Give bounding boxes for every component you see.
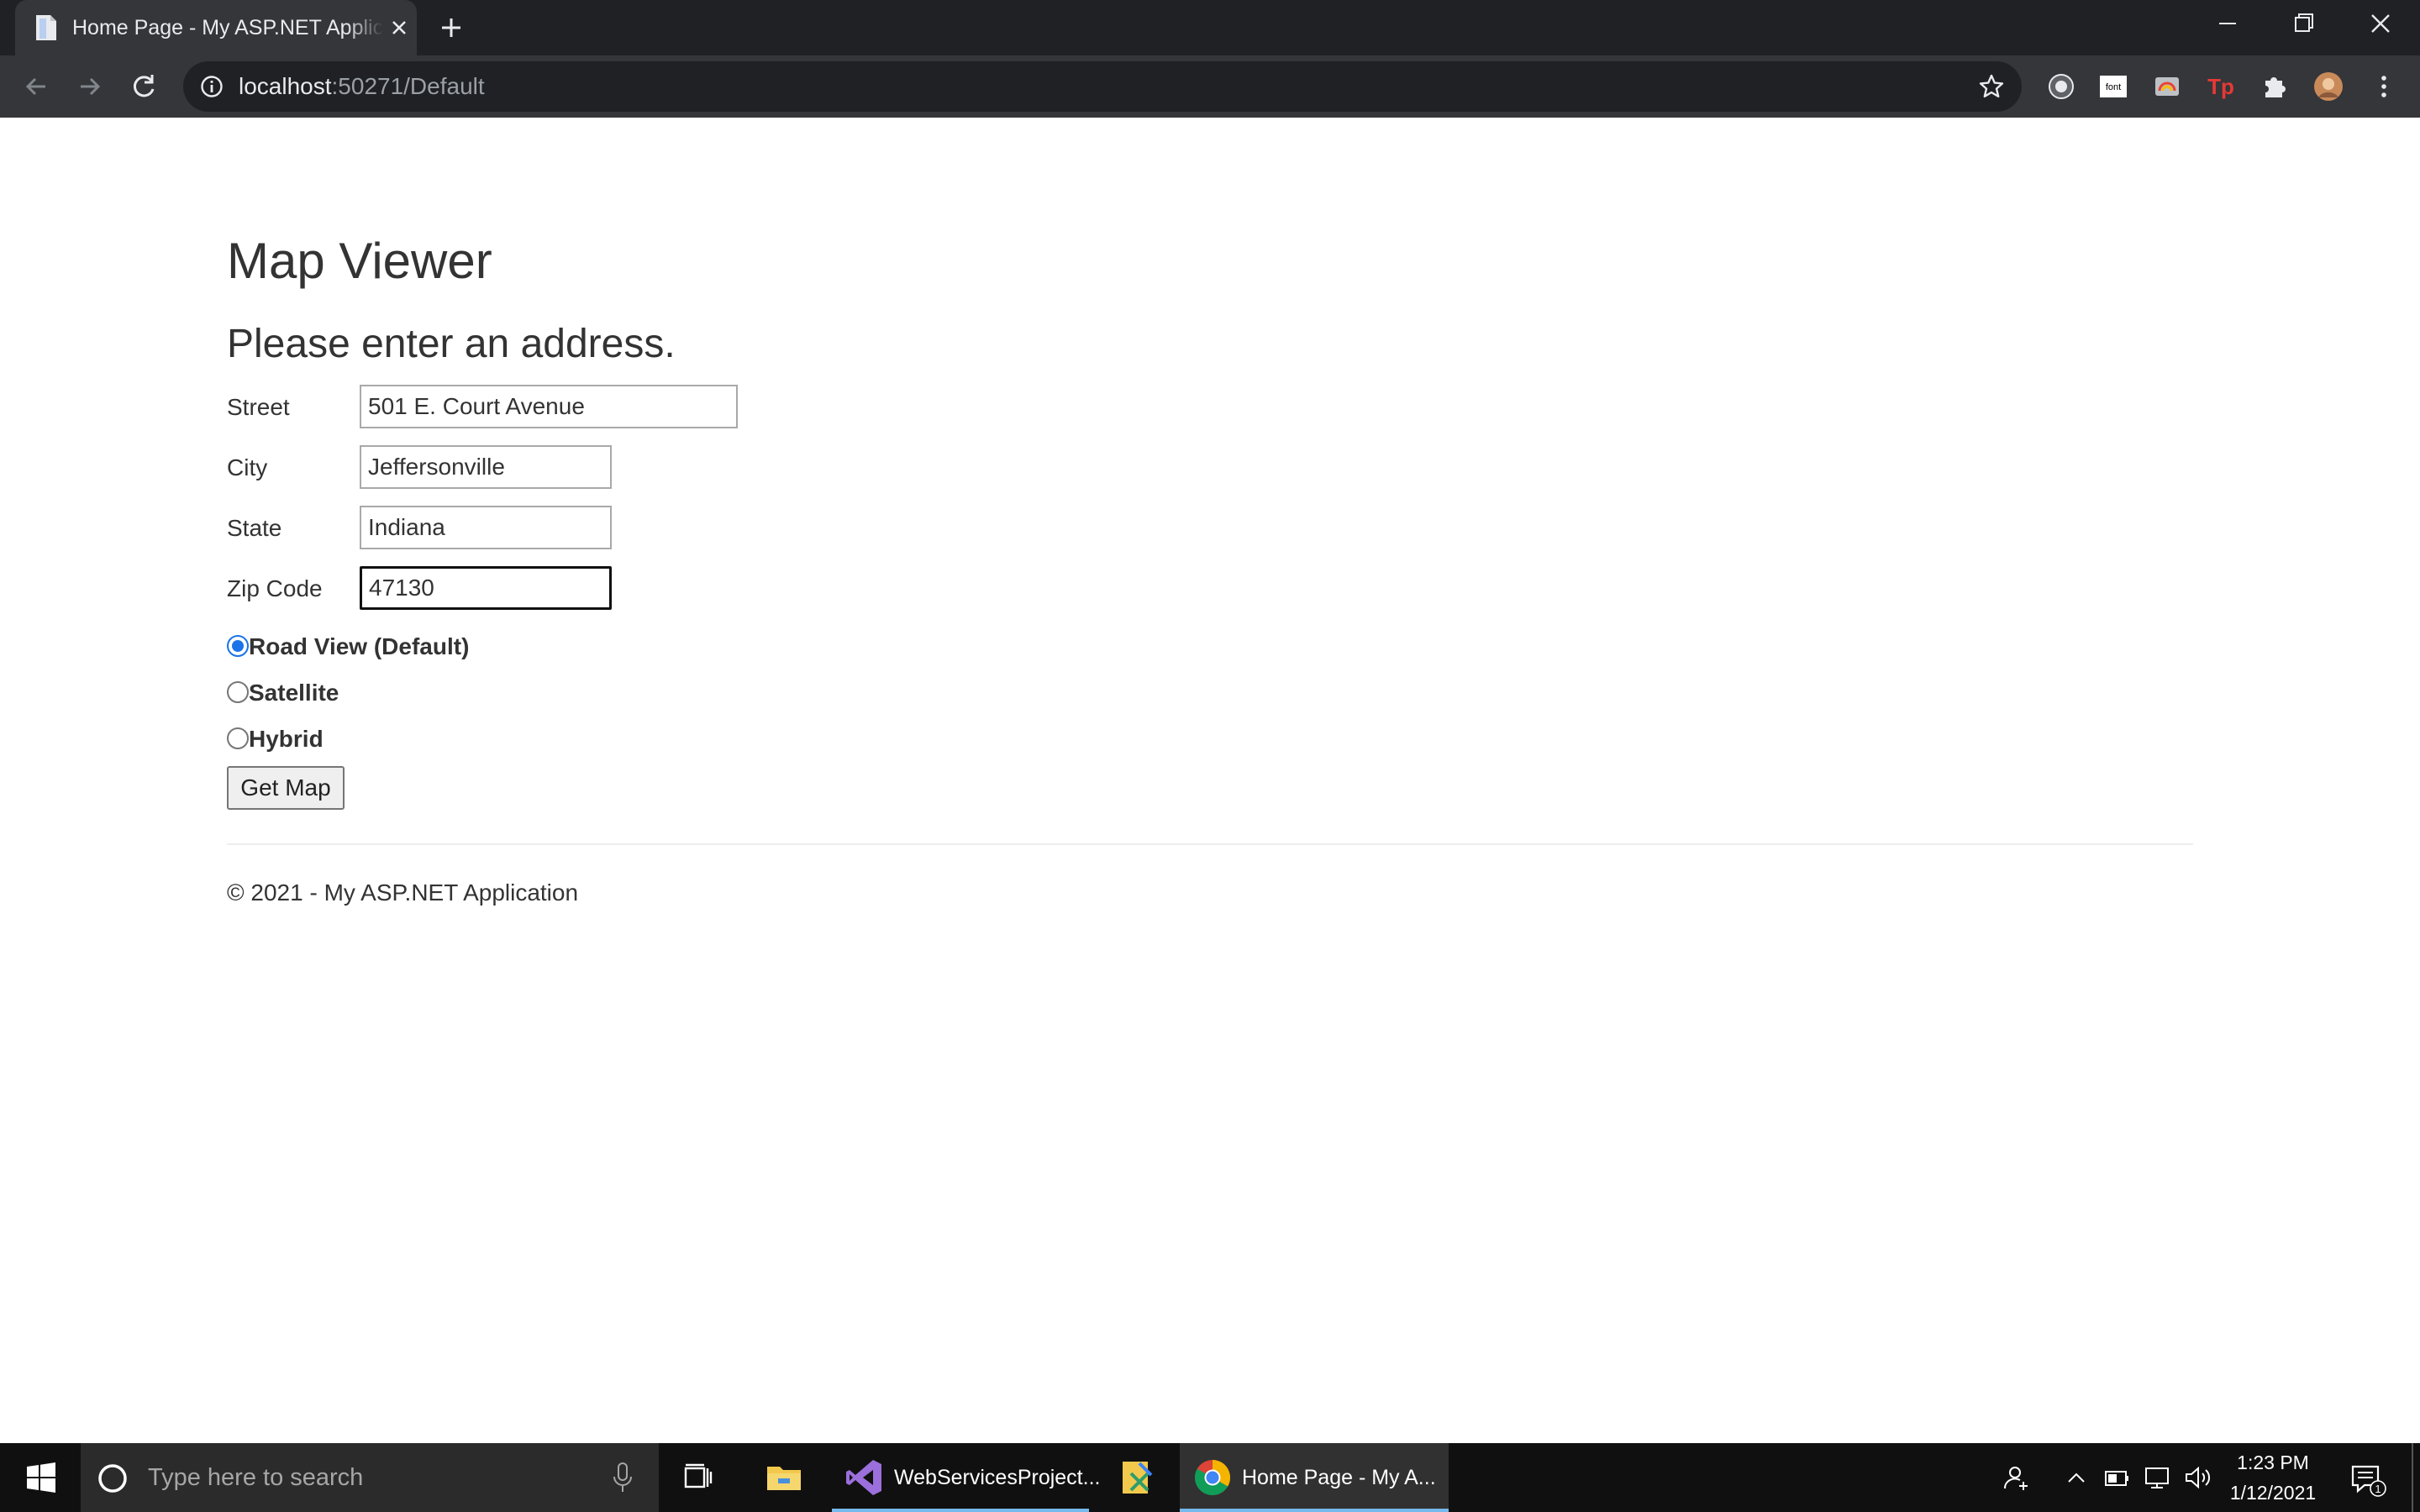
taskbar-app-label: WebServicesProject... (894, 1466, 1101, 1489)
url-text[interactable]: localhost:50271/Default (239, 73, 485, 100)
extension-record-icon[interactable] (2045, 71, 2077, 102)
people-icon[interactable] (2000, 1462, 2032, 1494)
browser-tab-active[interactable]: Home Page - My ASP.NET Application (15, 0, 417, 55)
forward-icon[interactable] (74, 71, 106, 102)
zip-code-label: Zip Code (227, 575, 323, 601)
volume-icon[interactable] (2181, 1462, 2213, 1494)
app-tools-icon[interactable] (1116, 1457, 1158, 1499)
battery-icon[interactable] (2101, 1462, 2133, 1494)
clock-time[interactable]: 1:23 PM (2218, 1450, 2328, 1475)
hybrid-label[interactable]: Hybrid (249, 722, 324, 756)
street-label: Street (227, 394, 290, 420)
site-info-icon[interactable] (200, 75, 224, 98)
svg-text:font: font (2106, 82, 2121, 92)
city-input[interactable] (360, 445, 612, 489)
reload-icon[interactable] (128, 71, 160, 102)
hybrid-radio[interactable] (227, 727, 249, 749)
chrome-icon (1195, 1460, 1231, 1496)
browser-titlebar: Home Page - My ASP.NET Application (0, 0, 2420, 55)
state-label: State (227, 515, 282, 541)
minimize-icon[interactable] (2207, 7, 2249, 40)
close-window-icon[interactable] (2360, 7, 2402, 40)
page-subtitle: Please enter an address. (227, 322, 676, 366)
tab-close-icon[interactable] (387, 15, 412, 40)
footer-divider (227, 843, 2193, 845)
chevron-up-icon[interactable] (2060, 1462, 2092, 1494)
street-input[interactable] (360, 385, 738, 428)
task-view-icon[interactable] (677, 1457, 719, 1499)
notification-count: 1 (2375, 1483, 2381, 1495)
taskbar-app-label: Home Page - My A... (1242, 1466, 1436, 1489)
get-map-button[interactable]: Get Map (227, 766, 345, 810)
back-icon[interactable] (20, 71, 52, 102)
clock-date[interactable]: 1/12/2021 (2218, 1480, 2328, 1505)
svg-text:Tp: Tp (2207, 74, 2234, 99)
city-label: City (227, 454, 268, 480)
footer-copyright: © 2021 - My ASP.NET Application (227, 879, 579, 906)
search-placeholder: Type here to search (148, 1464, 364, 1491)
page-content: Map Viewer Please enter an address. Stre… (0, 118, 2420, 1443)
extension-fonts-icon[interactable]: font (2097, 71, 2129, 102)
road-view-radio[interactable] (227, 635, 249, 657)
new-tab-icon[interactable] (437, 13, 466, 42)
tab-title: Home Page - My ASP.NET Application (72, 16, 383, 39)
bookmark-star-icon[interactable] (1978, 73, 2005, 100)
taskbar-search-box[interactable]: Type here to search (81, 1443, 659, 1512)
extension-cast-icon[interactable] (2151, 71, 2183, 102)
satellite-radio[interactable] (227, 681, 249, 703)
taskbar-running-indicator (1180, 1509, 1449, 1512)
taskbar-chrome[interactable]: Home Page - My A... (1180, 1443, 1449, 1512)
extension-tp-icon[interactable]: Tp (2205, 71, 2237, 102)
taskbar-visual-studio[interactable]: WebServicesProject... (832, 1443, 1100, 1512)
windows-taskbar: Type here to search WebServicesProject..… (0, 1443, 2420, 1512)
network-icon[interactable] (2141, 1462, 2173, 1494)
satellite-label[interactable]: Satellite (249, 676, 339, 710)
page-title: Map Viewer (227, 233, 492, 289)
zip-code-input[interactable] (360, 566, 612, 610)
url-path: :50271/Default (331, 73, 485, 99)
profile-avatar-icon[interactable] (2312, 71, 2344, 102)
browser-menu-icon[interactable] (2368, 71, 2400, 102)
windows-start-icon[interactable] (0, 1443, 81, 1512)
browser-toolbar: localhost:50271/Default font Tp (0, 55, 2420, 118)
address-bar[interactable]: localhost:50271/Default (183, 61, 2022, 112)
file-explorer-icon[interactable] (763, 1457, 805, 1499)
state-input[interactable] (360, 506, 612, 549)
road-view-label[interactable]: Road View (Default) (249, 630, 469, 664)
visual-studio-icon (846, 1460, 881, 1495)
page-favicon-icon (36, 15, 56, 40)
notifications-icon[interactable]: 1 (2348, 1462, 2386, 1497)
show-desktop-button[interactable] (2412, 1443, 2413, 1512)
microphone-icon[interactable] (610, 1460, 635, 1495)
taskbar-running-indicator (832, 1509, 1089, 1512)
restore-icon[interactable] (2282, 7, 2324, 40)
cortana-icon (98, 1464, 127, 1493)
extensions-puzzle-icon[interactable] (2259, 71, 2291, 102)
url-host: localhost (239, 73, 332, 99)
